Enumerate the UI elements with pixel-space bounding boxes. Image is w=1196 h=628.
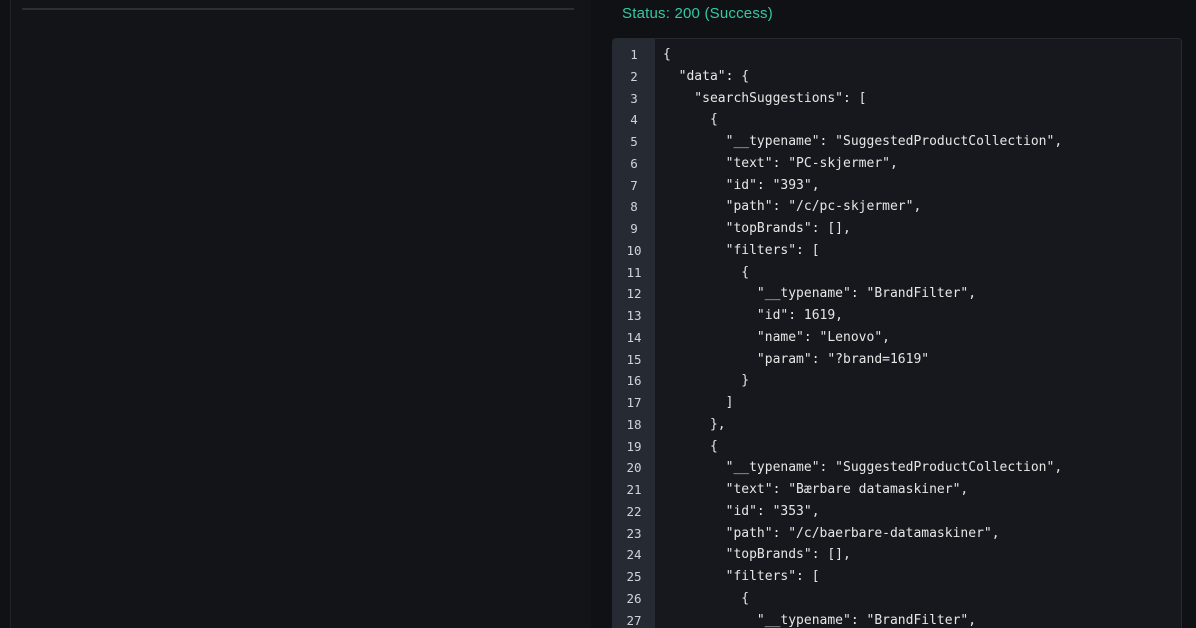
code-line-text: "__typename": "SuggestedProductCollectio… (663, 460, 1063, 476)
line-number: 1 (630, 47, 638, 62)
response-status: Status: 200 (Success) (622, 5, 773, 22)
code-line: "data": { (655, 66, 1181, 88)
line-number: 25 (626, 569, 642, 584)
code-line-text: { (663, 112, 718, 128)
line-number: 24 (626, 547, 642, 563)
line-number: 11 (626, 264, 642, 280)
code-line: "param": "?brand=1619" (655, 349, 1181, 371)
code-line: { (655, 436, 1181, 458)
code-line: { (655, 588, 1181, 610)
panel-divider (22, 8, 574, 10)
code-line-text: "filters": [ (663, 569, 820, 584)
line-number: 4 (630, 112, 638, 128)
code-line-text: "path": "/c/baerbare-datamaskiner", (663, 525, 1000, 541)
code-line: "__typename": "BrandFilter", (655, 283, 1181, 305)
code-line-text: "name": "Lenovo", (663, 329, 890, 345)
line-number-gutter: 1 2 3 4 5 6 7 8 9 10 11 12 13 14 15 16 17 18 19 20 21 22 23 24 2… (613, 39, 655, 628)
code-line-text: ] (663, 395, 734, 410)
code-line-text: "id": 1619, (663, 308, 844, 323)
code-line: ] (655, 392, 1181, 414)
code-line: } (655, 370, 1181, 392)
line-number: 21 (626, 482, 642, 497)
line-number: 3 (630, 90, 638, 106)
code-line-text: "path": "/c/pc-skjermer", (663, 199, 922, 215)
code-line-text: "text": "PC-skjermer", (663, 155, 898, 171)
code-line-text: "__typename": "SuggestedProductCollectio… (663, 134, 1063, 149)
code-line-text: "__typename": "BrandFilter", (663, 286, 977, 302)
code-line-text: "text": "Bærbare datamaskiner", (663, 482, 969, 497)
code-line: "text": "Bærbare datamaskiner", (655, 479, 1181, 501)
code-line-text: { (663, 264, 750, 280)
line-number: 20 (626, 460, 642, 476)
code-line: "__typename": "BrandFilter", (655, 610, 1181, 628)
code-line: "topBrands": [], (655, 544, 1181, 566)
line-number: 23 (626, 525, 642, 541)
code-line-text: }, (663, 416, 726, 432)
code-line: { (655, 262, 1181, 284)
line-number: 22 (626, 503, 642, 519)
line-number: 19 (626, 438, 642, 454)
code-line: }, (655, 414, 1181, 436)
response-panel: Status: 200 (Success) 1 2 3 4 5 6 7 8 9 10 11 12 13 1… (604, 0, 1196, 628)
code-line-text: "topBrands": [], (663, 547, 851, 563)
code-line-text: { (663, 47, 671, 62)
code-line-text: "id": "353", (663, 503, 820, 519)
code-line: "topBrands": [], (655, 218, 1181, 240)
code-line-text: "filters": [ (663, 242, 820, 258)
request-panel (10, 0, 591, 628)
code-line: "id": 1619, (655, 305, 1181, 327)
code-line: "searchSuggestions": [ (655, 88, 1181, 110)
line-number: 9 (630, 221, 638, 236)
line-number: 12 (626, 286, 642, 302)
code-line-text: { (663, 438, 718, 454)
code-line-text: "__typename": "BrandFilter", (663, 612, 977, 628)
line-number: 27 (626, 612, 642, 628)
code-line: { (655, 109, 1181, 131)
code-line: "__typename": "SuggestedProductCollectio… (655, 457, 1181, 479)
code-line-text: } (663, 373, 750, 389)
line-number: 7 (630, 177, 638, 193)
code-line-text: { (663, 590, 750, 606)
code-line: "id": "393", (655, 175, 1181, 197)
line-number: 26 (626, 590, 642, 606)
line-number: 2 (630, 68, 638, 84)
line-number: 13 (626, 308, 642, 323)
code-line: "__typename": "SuggestedProductCollectio… (655, 131, 1181, 153)
line-number: 15 (626, 351, 642, 367)
code-line-text: "param": "?brand=1619" (663, 351, 930, 367)
line-number: 6 (630, 155, 638, 171)
response-viewer[interactable]: 1 2 3 4 5 6 7 8 9 10 11 12 13 14 15 16 17 18 19 20 21 22 23 24 2… (612, 38, 1182, 628)
line-number: 14 (626, 329, 642, 345)
code-line-text: "data": { (663, 68, 750, 84)
line-number: 10 (626, 242, 642, 258)
code-line: "name": "Lenovo", (655, 327, 1181, 349)
line-number: 5 (630, 134, 638, 149)
line-number: 18 (626, 416, 642, 432)
code-line: "path": "/c/baerbare-datamaskiner", (655, 523, 1181, 545)
code-line-text: "topBrands": [], (663, 221, 851, 236)
code-line: "filters": [ (655, 566, 1181, 588)
code-area[interactable]: { "data": { "searchSuggestions": [ { "__… (655, 39, 1181, 628)
line-number: 8 (630, 199, 638, 215)
code-line: "id": "353", (655, 501, 1181, 523)
code-line: { (655, 44, 1181, 66)
code-line-text: "id": "393", (663, 177, 820, 193)
code-line-text: "searchSuggestions": [ (663, 90, 867, 106)
line-number: 16 (626, 373, 642, 389)
line-number: 17 (626, 395, 642, 410)
code-line: "filters": [ (655, 240, 1181, 262)
app-window: Status: 200 (Success) 1 2 3 4 5 6 7 8 9 10 11 12 13 1… (0, 0, 1196, 628)
code-line: "path": "/c/pc-skjermer", (655, 196, 1181, 218)
code-line: "text": "PC-skjermer", (655, 153, 1181, 175)
